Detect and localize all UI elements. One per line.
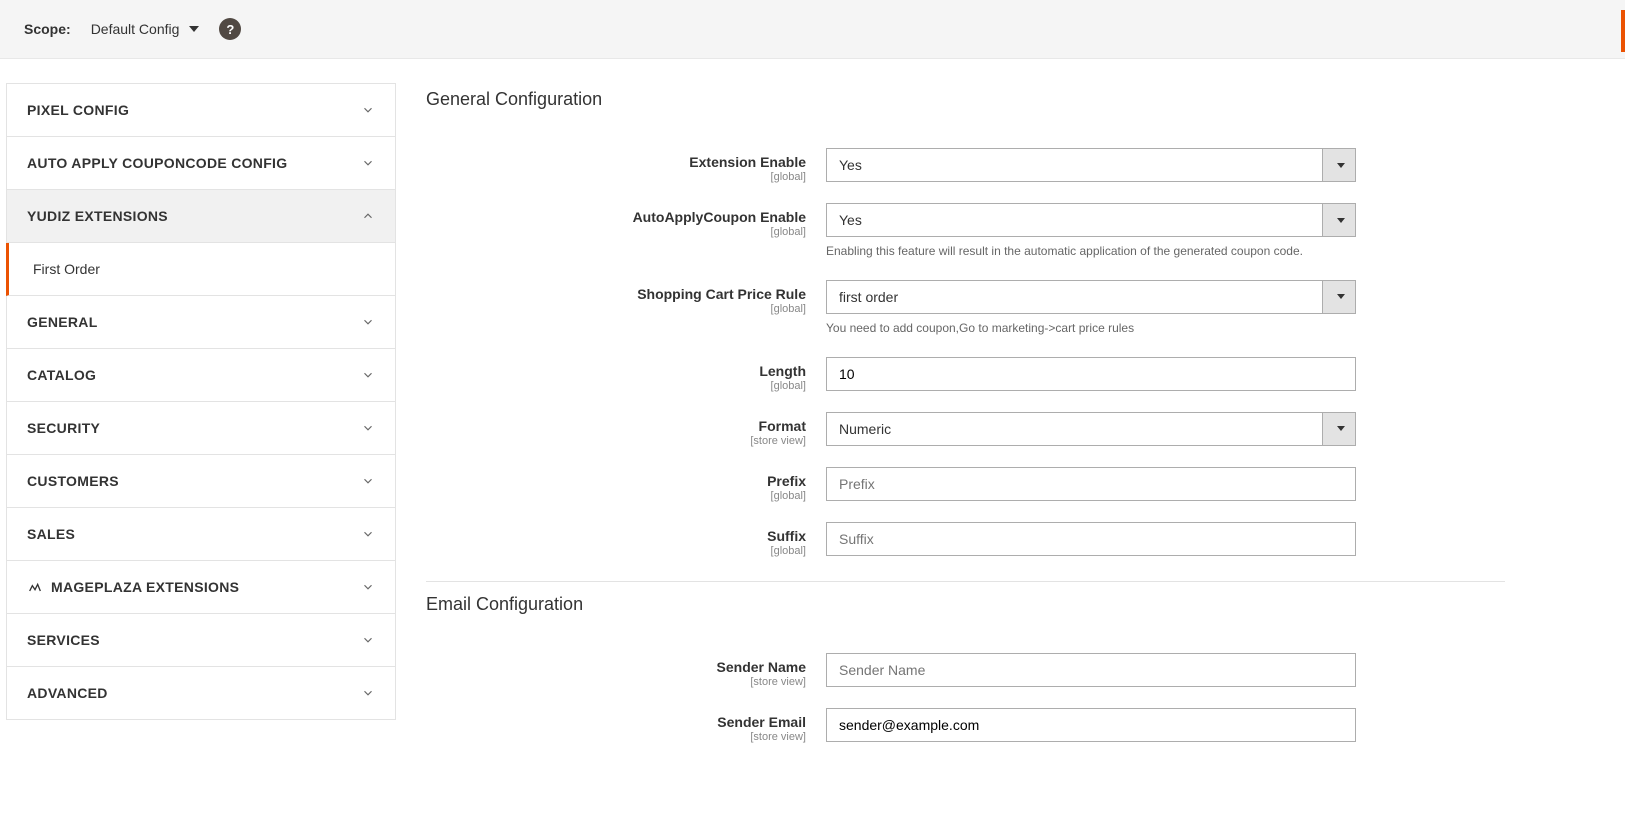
sidebar-item-label: SERVICES bbox=[27, 632, 100, 648]
row-format: Format [store view] Numeric bbox=[426, 412, 1505, 447]
field-label: AutoApplyCoupon Enable bbox=[633, 209, 806, 225]
autoapply-enable-select[interactable]: Yes bbox=[826, 203, 1356, 237]
field-note: Enabling this feature will result in the… bbox=[826, 243, 1356, 260]
suffix-input[interactable] bbox=[826, 522, 1356, 556]
field-scope: [store view] bbox=[426, 676, 806, 688]
sidebar-item-customers[interactable]: CUSTOMERS bbox=[6, 455, 396, 508]
select-caret-icon bbox=[1322, 412, 1356, 446]
sidebar-item-advanced[interactable]: ADVANCED bbox=[6, 667, 396, 720]
sidebar-item-label: PIXEL CONFIG bbox=[27, 102, 129, 118]
chevron-down-icon bbox=[361, 474, 375, 488]
chevron-down-icon bbox=[361, 315, 375, 329]
sidebar-item-label: GENERAL bbox=[27, 314, 98, 330]
field-label: Prefix bbox=[767, 473, 806, 489]
sidebar-item-general[interactable]: GENERAL bbox=[6, 296, 396, 349]
sidebar-item-label: CUSTOMERS bbox=[27, 473, 119, 489]
field-scope: [global] bbox=[426, 303, 806, 315]
sidebar-item-label: SECURITY bbox=[27, 420, 100, 436]
sidebar-item-sales[interactable]: SALES bbox=[6, 508, 396, 561]
chevron-down-icon bbox=[361, 580, 375, 594]
sidebar-item-pixel-config[interactable]: PIXEL CONFIG bbox=[6, 83, 396, 137]
sidebar-item-mageplaza-extensions[interactable]: MAGEPLAZA EXTENSIONS bbox=[6, 561, 396, 614]
row-sender-email: Sender Email [store view] bbox=[426, 708, 1505, 743]
length-input[interactable] bbox=[826, 357, 1356, 391]
row-autoapply-enable: AutoApplyCoupon Enable [global] Yes Enab… bbox=[426, 203, 1505, 260]
chevron-down-icon bbox=[361, 686, 375, 700]
sidebar-item-label: MAGEPLAZA EXTENSIONS bbox=[51, 579, 239, 595]
scope-label: Scope: bbox=[24, 21, 71, 37]
scope-selector[interactable]: Default Config bbox=[91, 21, 200, 37]
row-length: Length [global] bbox=[426, 357, 1505, 392]
sidebar-item-label: CATALOG bbox=[27, 367, 96, 383]
chevron-down-icon bbox=[361, 421, 375, 435]
select-caret-icon bbox=[1322, 148, 1356, 182]
sidebar-item-label: AUTO APPLY COUPONCODE CONFIG bbox=[27, 155, 287, 171]
config-sidebar: PIXEL CONFIG AUTO APPLY COUPONCODE CONFI… bbox=[6, 83, 396, 763]
field-scope: [global] bbox=[426, 380, 806, 392]
price-rule-select[interactable]: first order bbox=[826, 280, 1356, 314]
row-extension-enable: Extension Enable [global] Yes bbox=[426, 148, 1505, 183]
select-caret-icon bbox=[1322, 203, 1356, 237]
field-scope: [store view] bbox=[426, 731, 806, 743]
sidebar-item-first-order[interactable]: First Order bbox=[6, 243, 396, 296]
row-suffix: Suffix [global] bbox=[426, 522, 1505, 557]
field-label: Length bbox=[759, 363, 806, 379]
sidebar-item-yudiz-extensions[interactable]: YUDIZ EXTENSIONS bbox=[6, 190, 396, 243]
field-scope: [global] bbox=[426, 171, 806, 183]
scope-bar: Scope: Default Config ? bbox=[0, 0, 1625, 59]
mageplaza-icon bbox=[27, 580, 43, 594]
field-scope: [global] bbox=[426, 490, 806, 502]
row-sender-name: Sender Name [store view] bbox=[426, 653, 1505, 688]
chevron-up-icon bbox=[361, 209, 375, 223]
field-scope: [store view] bbox=[426, 435, 806, 447]
select-value: Yes bbox=[826, 148, 1322, 182]
prefix-input[interactable] bbox=[826, 467, 1356, 501]
sidebar-item-label: YUDIZ EXTENSIONS bbox=[27, 208, 168, 224]
field-scope: [global] bbox=[426, 545, 806, 557]
select-caret-icon bbox=[1322, 280, 1356, 314]
select-value: Numeric bbox=[826, 412, 1322, 446]
section-heading-general: General Configuration bbox=[426, 89, 1505, 110]
help-icon[interactable]: ? bbox=[219, 18, 241, 40]
select-value: Yes bbox=[826, 203, 1322, 237]
format-select[interactable]: Numeric bbox=[826, 412, 1356, 446]
field-label: Suffix bbox=[767, 528, 806, 544]
section-heading-email: Email Configuration bbox=[426, 594, 1505, 615]
field-label: Sender Email bbox=[717, 714, 806, 730]
sender-email-input[interactable] bbox=[826, 708, 1356, 742]
chevron-down-icon bbox=[361, 103, 375, 117]
sender-name-input[interactable] bbox=[826, 653, 1356, 687]
extension-enable-select[interactable]: Yes bbox=[826, 148, 1356, 182]
scope-value: Default Config bbox=[91, 21, 180, 37]
accent-bar bbox=[1621, 10, 1625, 52]
chevron-down-icon bbox=[361, 633, 375, 647]
field-label: Extension Enable bbox=[689, 154, 806, 170]
field-note: You need to add coupon,Go to marketing->… bbox=[826, 320, 1356, 337]
field-scope: [global] bbox=[426, 226, 806, 238]
field-label: Shopping Cart Price Rule bbox=[637, 286, 806, 302]
config-content: General Configuration Extension Enable [… bbox=[426, 83, 1625, 763]
section-divider bbox=[426, 581, 1505, 582]
sidebar-item-auto-apply-coupon[interactable]: AUTO APPLY COUPONCODE CONFIG bbox=[6, 137, 396, 190]
row-prefix: Prefix [global] bbox=[426, 467, 1505, 502]
sidebar-item-security[interactable]: SECURITY bbox=[6, 402, 396, 455]
chevron-down-icon bbox=[361, 156, 375, 170]
chevron-down-icon bbox=[361, 527, 375, 541]
chevron-down-icon bbox=[361, 368, 375, 382]
caret-down-icon bbox=[189, 26, 199, 32]
sidebar-item-label: SALES bbox=[27, 526, 75, 542]
sidebar-item-catalog[interactable]: CATALOG bbox=[6, 349, 396, 402]
row-price-rule: Shopping Cart Price Rule [global] first … bbox=[426, 280, 1505, 337]
sidebar-item-services[interactable]: SERVICES bbox=[6, 614, 396, 667]
sidebar-item-label: ADVANCED bbox=[27, 685, 108, 701]
sidebar-item-label: First Order bbox=[33, 261, 100, 277]
field-label: Format bbox=[759, 418, 806, 434]
field-label: Sender Name bbox=[717, 659, 806, 675]
select-value: first order bbox=[826, 280, 1322, 314]
